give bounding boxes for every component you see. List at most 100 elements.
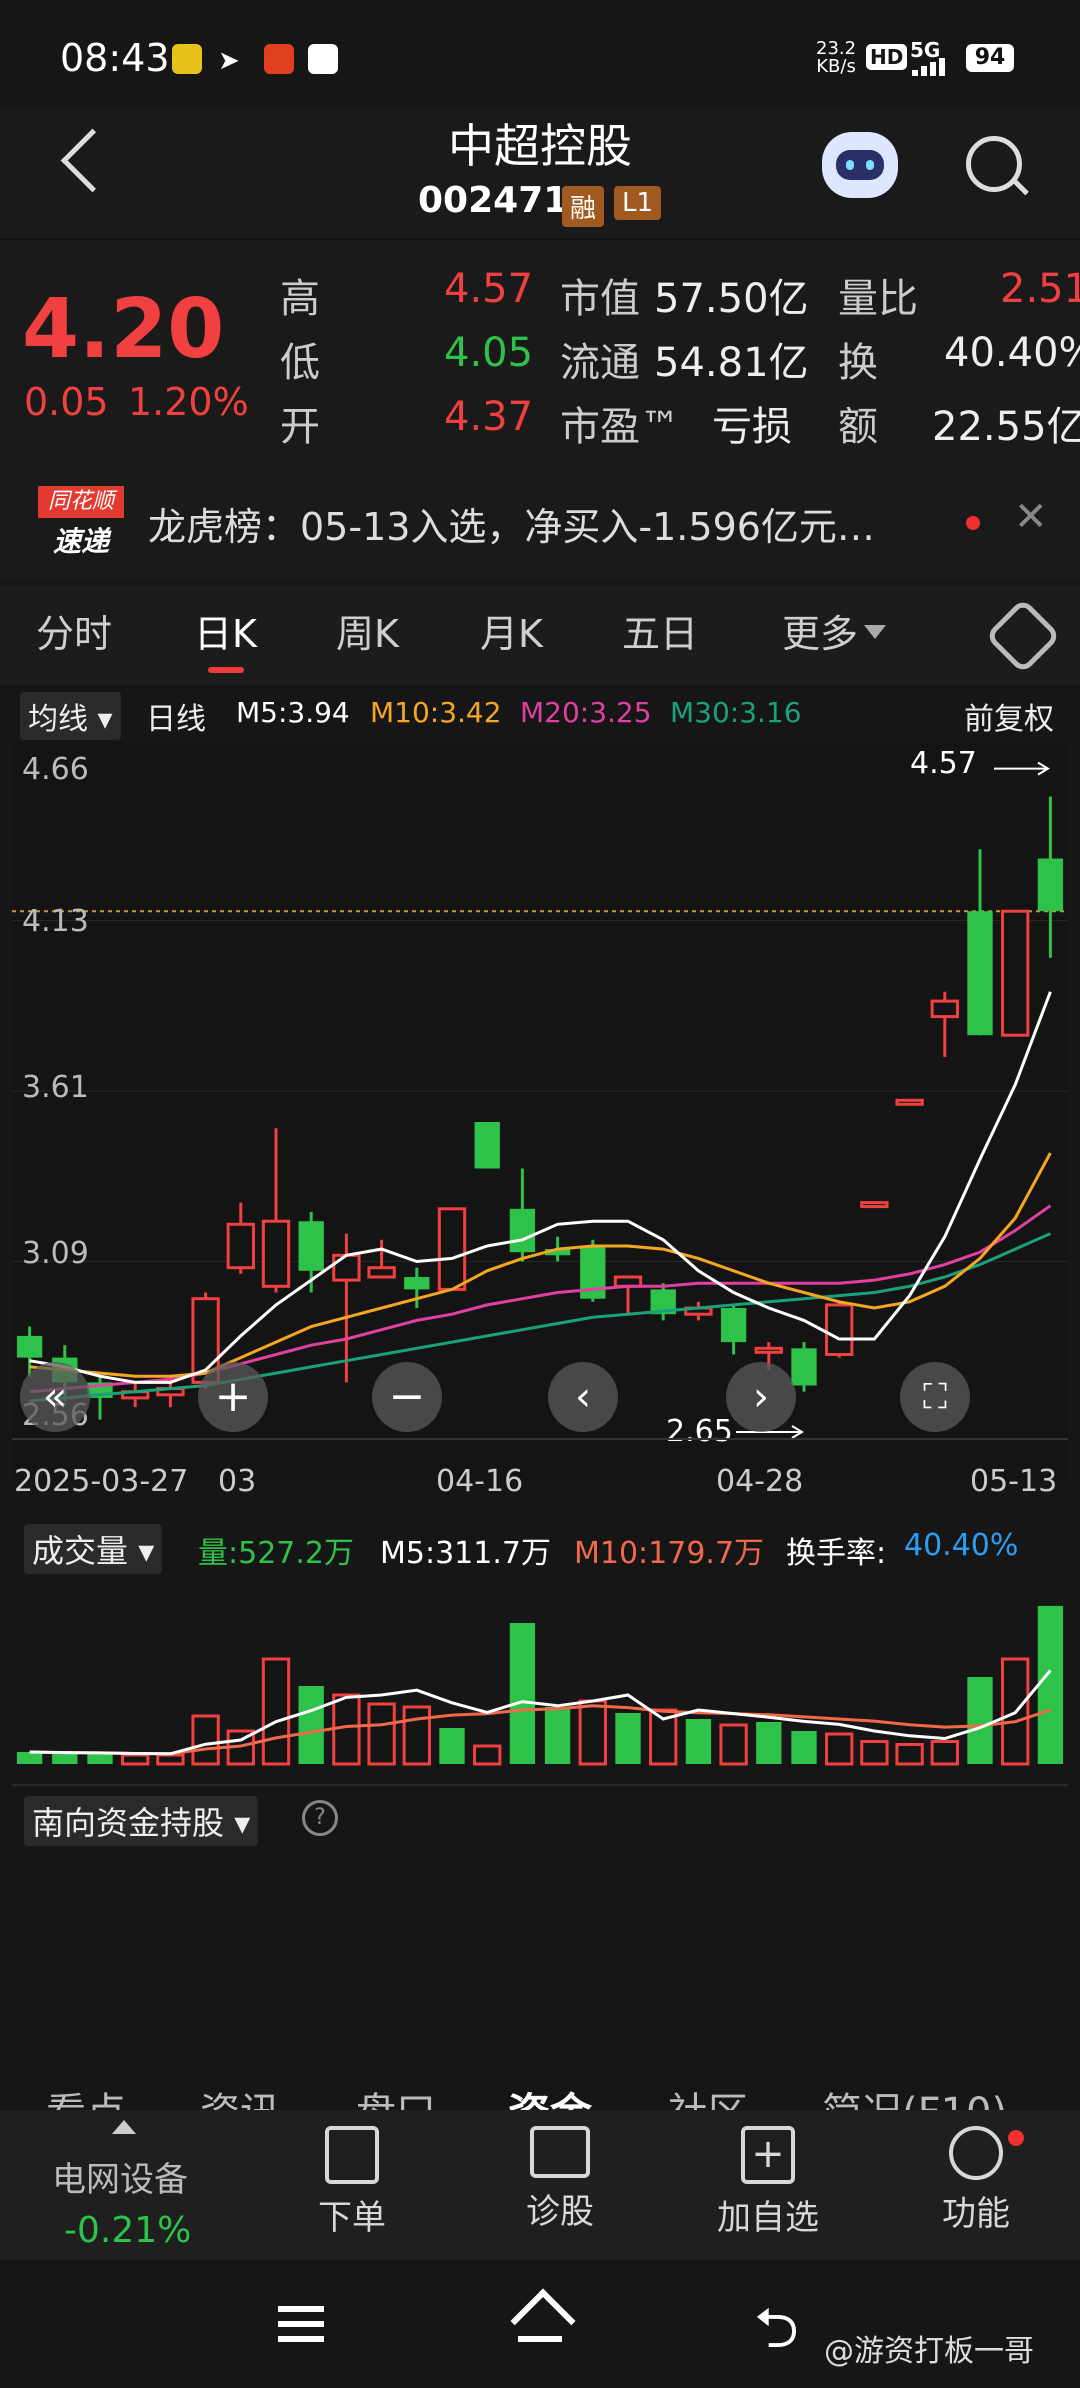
zoom-in-button[interactable]: + bbox=[198, 1362, 268, 1432]
stat-amount: 22.55亿 bbox=[932, 404, 1080, 450]
close-icon[interactable]: ✕ bbox=[1014, 494, 1048, 540]
news-ticker[interactable]: 同花顺 速递 龙虎榜：05-13入选，净买入-1.596亿元… ✕ bbox=[0, 470, 1080, 578]
chevron-right-icon: › bbox=[753, 1374, 769, 1420]
volume-value: 量:527.2万 bbox=[198, 1536, 354, 1571]
signal-icon bbox=[912, 58, 952, 76]
tab-news[interactable]: 资讯 bbox=[200, 2080, 280, 2110]
tab-weekly-k[interactable]: 周K bbox=[336, 603, 399, 658]
chart-settings-icon[interactable] bbox=[984, 597, 1062, 675]
assistant-robot-icon[interactable] bbox=[822, 132, 898, 198]
volume-bar bbox=[509, 1623, 536, 1764]
help-icon[interactable]: ? bbox=[302, 1800, 338, 1836]
volume-chart[interactable] bbox=[12, 1580, 1068, 1770]
volume-ma5: M5:311.7万 bbox=[380, 1536, 551, 1571]
stat-label-high: 高 bbox=[280, 276, 320, 322]
volume-ma10: M10:179.7万 bbox=[574, 1536, 765, 1571]
quote-stats: 高 4.57 市值 57.50亿 量比 2.51 低 4.05 流通 54.81… bbox=[280, 266, 1080, 466]
plus-icon: + bbox=[214, 1371, 252, 1422]
zoom-out-button[interactable]: − bbox=[372, 1362, 442, 1432]
y-label-2: 4.13 bbox=[22, 904, 89, 939]
news-text[interactable]: 龙虎榜：05-13入选，净买入-1.596亿元… bbox=[148, 496, 875, 551]
candle bbox=[580, 1239, 606, 1302]
app-icon-2 bbox=[308, 44, 338, 74]
price-change: 0.05 bbox=[24, 380, 109, 424]
volume-selector[interactable]: 成交量 ▾ bbox=[24, 1524, 163, 1574]
stat-high: 4.57 bbox=[444, 266, 534, 312]
section-tabs: 看点 资讯 盘口 资金 社区 简况(F10) bbox=[0, 2070, 1080, 2110]
stat-label-mktcap: 市值 bbox=[560, 276, 640, 322]
volume-bar bbox=[473, 1744, 502, 1766]
chevron-left-icon: ‹ bbox=[575, 1374, 591, 1420]
volume-bar bbox=[332, 1693, 361, 1766]
margin-badge: 融 bbox=[562, 186, 605, 227]
tab-five-day[interactable]: 五日 bbox=[622, 603, 698, 658]
stat-label-pe: 市盈™ bbox=[560, 404, 680, 450]
tab-community[interactable]: 社区 bbox=[668, 2080, 748, 2110]
x-label-1: 2025-03-27 bbox=[14, 1464, 189, 1499]
volume-bar bbox=[685, 1719, 712, 1764]
volume-bar bbox=[615, 1713, 641, 1764]
tab-monthly-k[interactable]: 月K bbox=[480, 603, 543, 658]
watermark: @游资打板一哥 bbox=[824, 2334, 1034, 2369]
sector-name[interactable]: 电网设备 bbox=[52, 2152, 188, 2201]
tab-orderbook[interactable]: 盘口 bbox=[356, 2080, 436, 2110]
add-watchlist-button[interactable]: + 加自选 bbox=[688, 2126, 848, 2239]
volume-bar bbox=[578, 1699, 607, 1766]
x-axis-line bbox=[12, 1438, 1068, 1440]
back-nav-icon[interactable]: ⮌ bbox=[754, 2288, 799, 2383]
tab-profile[interactable]: 简况(F10) bbox=[822, 2080, 1007, 2110]
page-title: 中超控股 bbox=[448, 119, 632, 173]
turnover-label: 换手率: bbox=[786, 1536, 887, 1571]
tab-capital[interactable]: 资金 bbox=[508, 2080, 592, 2110]
volume-bar bbox=[1037, 1605, 1064, 1764]
fullscreen-button[interactable]: ⛶ bbox=[900, 1362, 970, 1432]
volume-bar bbox=[930, 1740, 959, 1766]
send-icon: ➤ bbox=[218, 46, 240, 76]
low-marker: 2.65 bbox=[666, 1414, 733, 1449]
volume-bar bbox=[298, 1686, 324, 1764]
y-label-3: 3.61 bbox=[22, 1070, 89, 1105]
stat-mktcap: 57.50亿 bbox=[654, 276, 809, 322]
function-button[interactable]: 功能 bbox=[896, 2126, 1056, 2235]
system-nav-bar: ⮌ @游资打板一哥 bbox=[0, 2260, 1080, 2388]
candle bbox=[825, 1301, 854, 1358]
volume-bar bbox=[895, 1743, 924, 1766]
ths-news-logo: 同花顺 速递 bbox=[38, 486, 124, 558]
volume-bar bbox=[439, 1728, 465, 1764]
home-icon[interactable] bbox=[510, 2288, 576, 2354]
southbound-selector[interactable]: 南向资金持股 ▾ bbox=[24, 1796, 259, 1846]
volume-bar bbox=[52, 1753, 78, 1764]
scroll-left-button[interactable]: ‹ bbox=[548, 1362, 618, 1432]
tab-daily-k[interactable]: 日K bbox=[194, 603, 257, 658]
tab-more[interactable]: 更多 bbox=[782, 603, 858, 658]
scroll-left-fast-button[interactable]: « bbox=[20, 1362, 90, 1432]
adjust-toggle[interactable]: 前复权 bbox=[964, 694, 1054, 738]
candle bbox=[1001, 909, 1030, 1037]
weibo-icon bbox=[172, 44, 202, 74]
order-icon bbox=[325, 2126, 379, 2184]
ma-selector[interactable]: 均线 ▾ bbox=[20, 692, 121, 740]
active-tab-indicator bbox=[208, 667, 244, 673]
x-label-5: 05-13 bbox=[970, 1464, 1058, 1499]
tab-highlights[interactable]: 看点 bbox=[46, 2080, 126, 2110]
scroll-right-button[interactable]: › bbox=[726, 1362, 796, 1432]
ma20-label: M20:3.25 bbox=[520, 696, 652, 729]
y-label-top: 4.66 bbox=[22, 752, 89, 787]
x-label-2: 03 bbox=[218, 1464, 257, 1499]
diagnose-button[interactable]: 诊股 bbox=[480, 2126, 640, 2233]
diagnose-icon bbox=[530, 2126, 590, 2178]
x-label-3: 04-16 bbox=[436, 1464, 524, 1499]
tab-intraday[interactable]: 分时 bbox=[36, 603, 112, 658]
order-label: 下单 bbox=[318, 2198, 386, 2238]
menu-circle-icon bbox=[949, 2126, 1003, 2180]
add-label: 加自选 bbox=[717, 2198, 819, 2238]
candle bbox=[860, 1201, 889, 1209]
stat-label-amount: 额 bbox=[838, 404, 878, 450]
volume-bar bbox=[967, 1677, 993, 1764]
high-marker: 4.57 bbox=[910, 746, 977, 781]
order-button[interactable]: 下单 bbox=[272, 2126, 432, 2239]
price-change-pct: 1.20% bbox=[128, 380, 249, 424]
menu-icon[interactable] bbox=[278, 2306, 324, 2342]
volume-legend: 成交量 ▾ 量:527.2万 M5:311.7万 M10:179.7万 换手率:… bbox=[12, 1520, 1068, 1576]
volume-bar bbox=[16, 1752, 43, 1764]
